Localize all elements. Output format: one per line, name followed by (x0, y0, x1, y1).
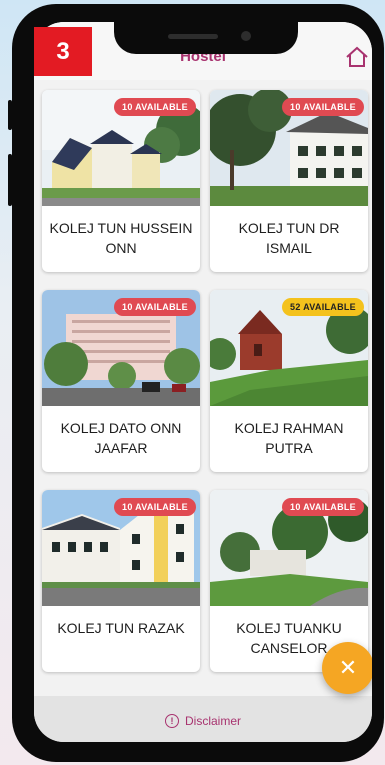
hostel-name: KOLEJ TUN RAZAK (57, 620, 185, 636)
info-icon: ! (164, 714, 179, 728)
disclaimer-bar[interactable]: ! Disclaimer (34, 696, 372, 742)
tutorial-step-badge: 3 (34, 27, 92, 76)
home-icon[interactable] (344, 44, 370, 70)
close-icon: ✕ (338, 655, 358, 680)
hostel-name: KOLEJ RAHMAN PUTRA (234, 420, 344, 456)
disclaimer-link[interactable]: Disclaimer (185, 714, 241, 728)
phone-frame: Hostel 10 AVAILABLE KOLEJ TUN HUSSEIN ON… (8, 4, 384, 762)
hostel-card[interactable]: 10 AVAILABLE KOLEJ TUN DR ISMAIL (210, 90, 368, 272)
app-screen: Hostel 10 AVAILABLE KOLEJ TUN HUSSEIN ON… (34, 22, 372, 742)
notch-speaker (168, 34, 218, 39)
notch-camera (241, 31, 251, 41)
phone-volume-button (8, 154, 12, 206)
hostel-card[interactable]: 52 AVAILABLE KOLEJ RAHMAN PUTRA (210, 290, 368, 472)
availability-badge: 10 AVAILABLE (282, 498, 364, 516)
hostel-card[interactable]: 10 AVAILABLE KOLEJ DATO ONN JAAFAR (42, 290, 200, 472)
availability-badge: 10 AVAILABLE (282, 98, 364, 116)
hostel-name: KOLEJ TUN HUSSEIN ONN (49, 220, 193, 256)
hostel-grid: 10 AVAILABLE KOLEJ TUN HUSSEIN ONN 10 AV… (42, 90, 368, 672)
hostel-card[interactable]: 10 AVAILABLE KOLEJ TUN HUSSEIN ONN (42, 90, 200, 272)
availability-badge: 10 AVAILABLE (114, 498, 196, 516)
close-fab-button[interactable]: ✕ (322, 642, 372, 694)
phone-side-button (8, 100, 12, 130)
availability-badge: 52 AVAILABLE (282, 298, 364, 316)
availability-badge: 10 AVAILABLE (114, 98, 196, 116)
hostel-card[interactable]: 10 AVAILABLE KOLEJ TUN RAZAK (42, 490, 200, 672)
availability-badge: 10 AVAILABLE (114, 298, 196, 316)
hostel-name: KOLEJ DATO ONN JAAFAR (60, 420, 182, 456)
hostel-name: KOLEJ TUN DR ISMAIL (238, 220, 340, 256)
phone-notch (114, 22, 298, 54)
